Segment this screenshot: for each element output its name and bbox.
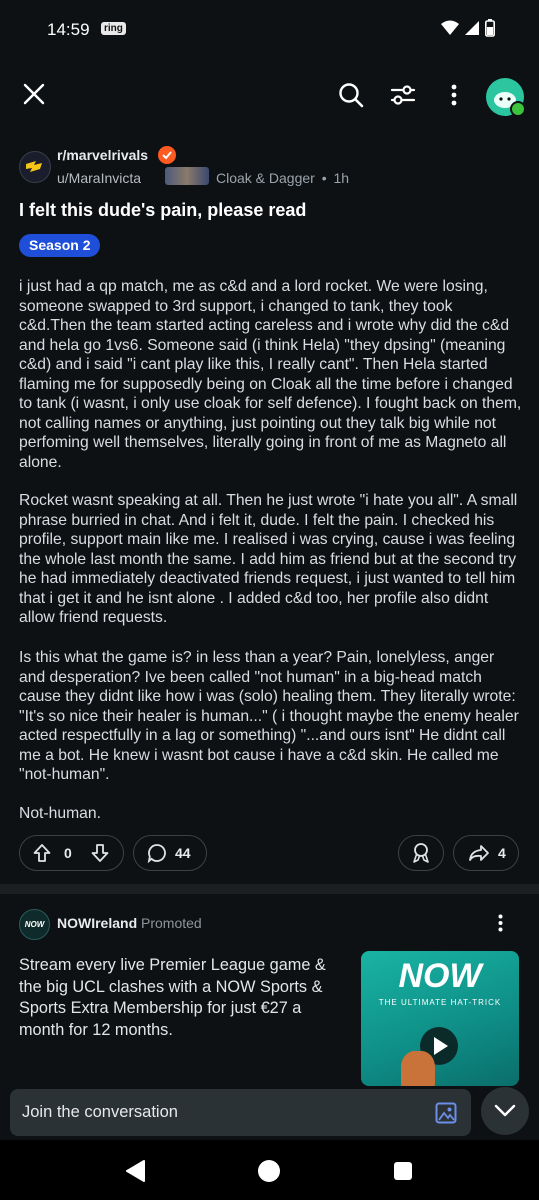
add-image-button[interactable]: [434, 1101, 458, 1125]
collapse-button[interactable]: [481, 1087, 529, 1135]
ad-more-button[interactable]: [490, 910, 510, 936]
comment-count: 44: [175, 845, 191, 861]
post-title: I felt this dude's pain, please read: [19, 200, 307, 220]
author-flair-text: Cloak & Dagger: [216, 170, 315, 186]
status-time: 14:59: [47, 20, 90, 39]
ad-image[interactable]: NOW THE ULTIMATE HAT-TRICK: [361, 951, 519, 1086]
battery-icon: [485, 19, 495, 37]
award-button[interactable]: [398, 835, 444, 871]
status-icons: [441, 19, 495, 37]
ad-image-tagline: THE ULTIMATE HAT-TRICK: [378, 998, 502, 1007]
online-status-dot: [510, 101, 526, 117]
feed-divider: [0, 884, 539, 894]
search-button[interactable]: [336, 80, 366, 110]
marvel-rivals-logo-icon: [26, 161, 42, 172]
more-button[interactable]: [440, 80, 468, 110]
post-flair[interactable]: Season 2: [19, 234, 101, 257]
award-icon: [413, 843, 429, 863]
share-arrow-icon: [469, 845, 489, 861]
chevron-down-icon: [494, 1104, 516, 1117]
downvote-arrow-icon: [91, 844, 109, 862]
comments-button[interactable]: 44: [133, 835, 207, 871]
sliders-icon: [390, 85, 416, 105]
author-name[interactable]: u/MaraInvicta: [57, 170, 141, 186]
comment-bubble-icon: [147, 844, 166, 863]
share-button[interactable]: 4: [453, 835, 519, 871]
nav-home-button[interactable]: [255, 1157, 283, 1185]
more-vertical-icon: [498, 914, 502, 932]
filter-button[interactable]: [388, 80, 418, 110]
upvote-button[interactable]: [20, 843, 64, 863]
vote-pill: 0: [19, 835, 124, 871]
meta-separator: •: [321, 170, 327, 186]
post-body-paragraph-3: Is this what the game is? in less than a…: [19, 649, 519, 783]
advertiser-avatar-logo: NOW: [24, 920, 45, 929]
post-age: 1h: [333, 170, 350, 186]
image-icon: [435, 1102, 457, 1124]
notification-app-badge: ring: [101, 22, 126, 35]
close-button[interactable]: [20, 80, 48, 108]
post-body-paragraph-2: Rocket wasnt speaking at all. Then he ju…: [19, 492, 518, 626]
vote-count: 0: [64, 845, 72, 861]
share-count: 4: [498, 845, 506, 861]
wifi-icon: [441, 20, 459, 35]
post-body-paragraph-1: i just had a qp match, me as c&d and a l…: [19, 278, 522, 471]
advertiser-avatar[interactable]: NOW: [19, 909, 50, 940]
ad-image-logo: NOW: [398, 957, 482, 995]
upvote-arrow-icon: [33, 844, 51, 862]
close-icon: [23, 83, 45, 105]
nav-recents-button[interactable]: [389, 1157, 417, 1185]
verified-badge-icon: [158, 146, 176, 164]
advertiser-name[interactable]: NOWIreland: [57, 915, 137, 931]
promoted-label: Promoted: [141, 915, 202, 931]
ad-text[interactable]: Stream every live Premier League game & …: [19, 955, 337, 1041]
fox-mascot-image: [401, 1051, 435, 1086]
author-flair-meta: Cloak & Dagger • 1h: [216, 170, 349, 186]
more-vertical-icon: [451, 84, 457, 106]
search-icon: [339, 83, 364, 108]
author-flair-image: [165, 167, 209, 185]
home-circle-icon: [258, 1160, 280, 1182]
back-triangle-icon: [126, 1160, 145, 1182]
subreddit-name[interactable]: r/marvelrivals: [57, 147, 148, 163]
nav-back-button[interactable]: [121, 1157, 149, 1185]
downvote-button[interactable]: [78, 843, 122, 863]
comment-placeholder: Join the conversation: [22, 1103, 178, 1121]
subreddit-icon[interactable]: [19, 151, 51, 183]
recents-square-icon: [394, 1162, 412, 1180]
signal-icon: [465, 21, 479, 35]
post-body-paragraph-4: Not-human.: [19, 805, 101, 822]
